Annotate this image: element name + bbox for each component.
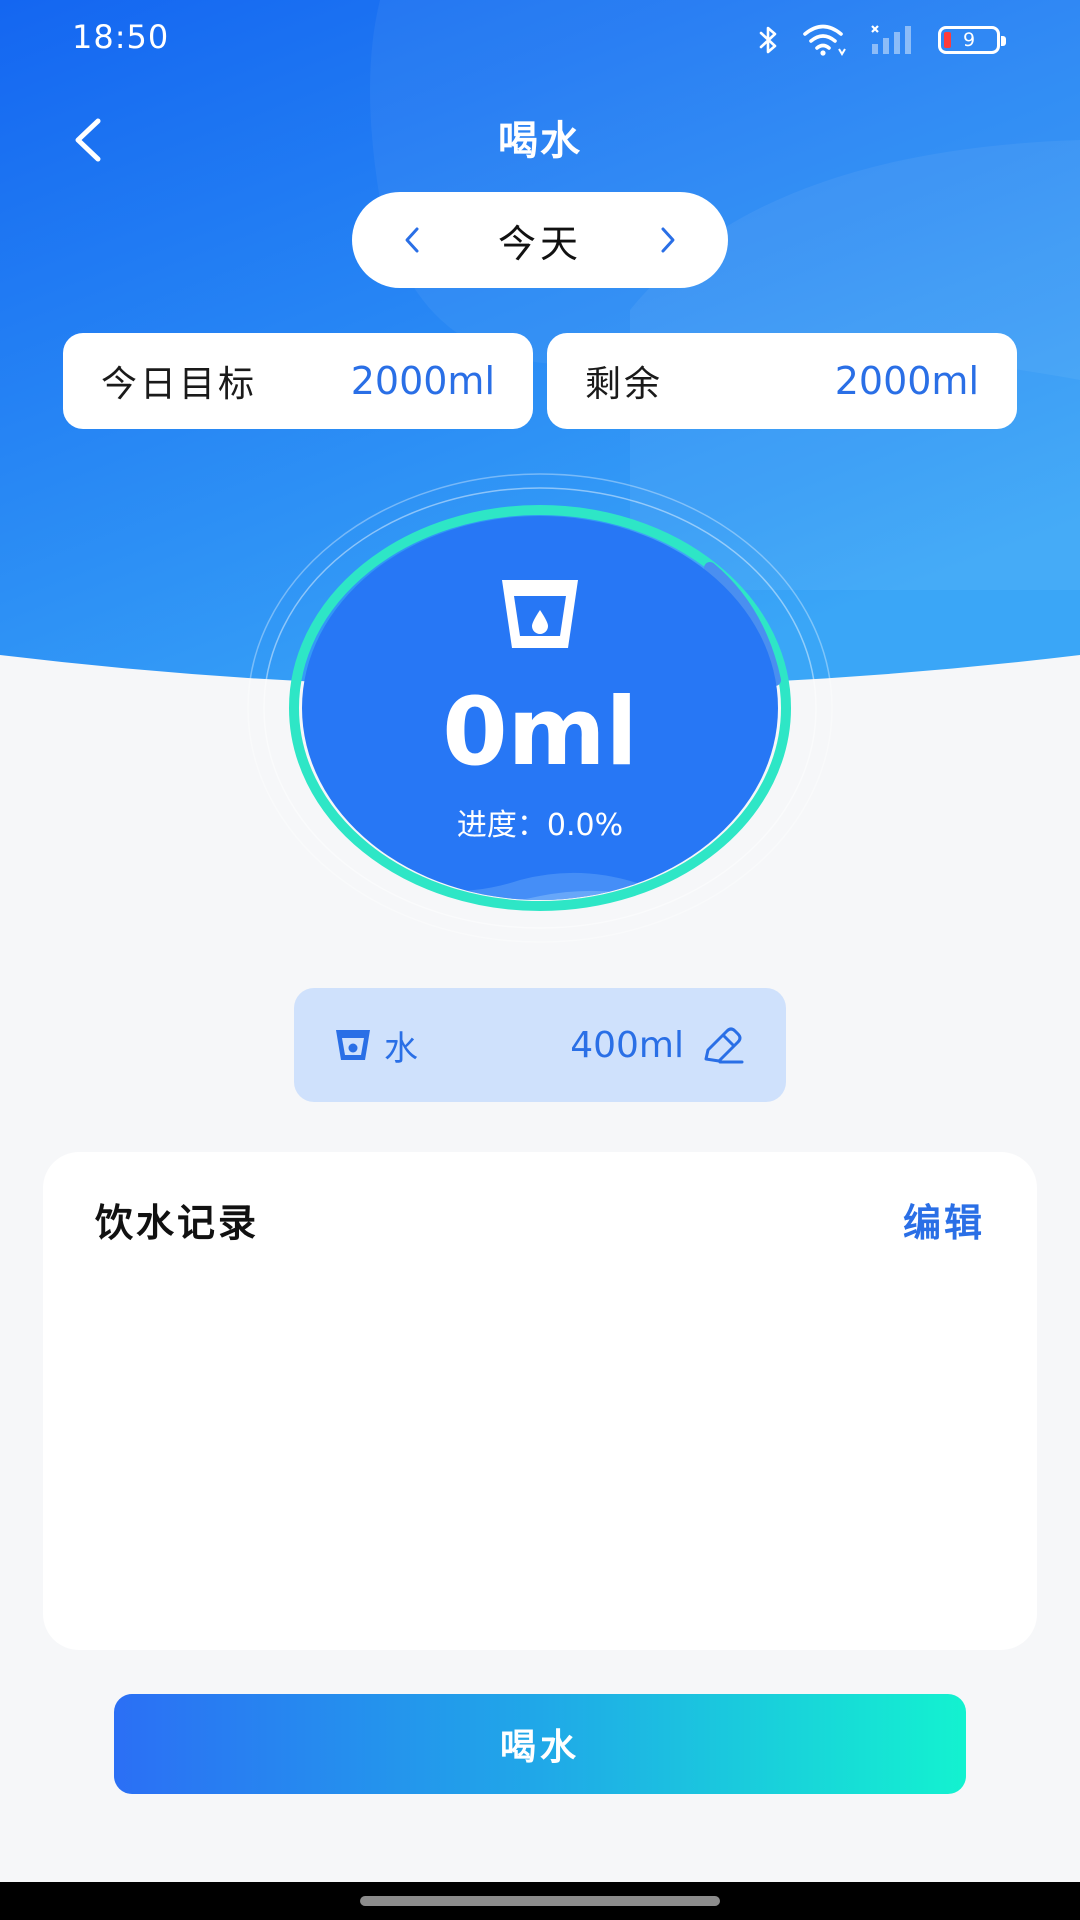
remaining-card: 剩余 2000ml [547, 333, 1017, 429]
pencil-icon[interactable] [700, 1025, 746, 1065]
drink-water-button[interactable]: 喝水 [114, 1694, 966, 1794]
progress-percentage: 进度：0.0% [456, 808, 624, 843]
date-selector: 今天 [352, 192, 728, 288]
signal-icon [871, 25, 911, 54]
bluetooth-icon [759, 26, 777, 54]
remaining-value: 2000ml [834, 359, 979, 403]
drink-records-card: 饮水记录 编辑 [43, 1152, 1037, 1650]
drink-name: 水 [384, 1028, 418, 1069]
cup-icon [502, 580, 578, 648]
cup-icon [336, 1030, 370, 1060]
status-time: 18:50 [72, 18, 170, 56]
goal-card: 今日目标 2000ml [63, 333, 533, 429]
goal-value: 2000ml [350, 359, 495, 403]
records-edit-button[interactable]: 编辑 [903, 1192, 985, 1247]
chevron-right-icon [661, 227, 675, 253]
status-icons: 9 [758, 20, 1006, 60]
wave-back [302, 872, 778, 900]
wifi-icon [803, 24, 846, 56]
system-navigation-bar [0, 1882, 1080, 1920]
page-title: 喝水 [498, 118, 582, 164]
battery-fill [944, 32, 951, 48]
battery-icon: 9 [938, 26, 1006, 54]
date-label: 今天 [497, 221, 582, 266]
drink-amount: 400ml [570, 1024, 684, 1066]
drink-water-button-label: 喝水 [499, 1727, 580, 1768]
battery-level: 9 [962, 29, 976, 51]
drink-water-screen: 18:50 9 喝水 今天 今日目标 2000ml 剩余 2000ml 0ml … [0, 0, 1080, 1920]
records-title: 饮水记录 [95, 1201, 260, 1245]
status-bar: 18:50 9 [0, 0, 1080, 80]
goal-label: 今日目标 [101, 364, 258, 405]
chevron-left-icon [405, 227, 419, 253]
drink-type-selector[interactable]: 水 400ml [294, 988, 786, 1102]
drunk-amount: 0ml [442, 678, 638, 787]
next-day-button[interactable] [648, 220, 688, 260]
previous-day-button[interactable] [392, 220, 432, 260]
home-indicator[interactable] [360, 1896, 720, 1906]
remaining-label: 剩余 [585, 364, 664, 405]
